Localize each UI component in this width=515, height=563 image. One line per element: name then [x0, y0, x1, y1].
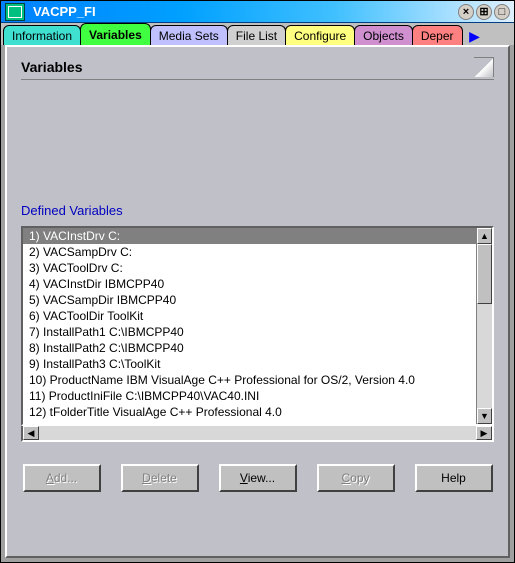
view-button[interactable]: View...	[219, 464, 297, 492]
help-button[interactable]: Help	[415, 464, 493, 492]
tab-deper[interactable]: Deper	[412, 25, 463, 45]
panel: Variables Defined Variables 1) VACInstDr…	[5, 45, 510, 558]
title-buttons: × ⊞ □	[458, 4, 510, 20]
tab-file-list[interactable]: File List	[227, 25, 286, 45]
system-menu-icon[interactable]	[5, 3, 25, 21]
scroll-tabs-right-icon[interactable]: ▶	[466, 27, 484, 45]
list-item[interactable]: 5) VACSampDir IBMCPP40	[23, 292, 476, 308]
list-item[interactable]: 7) InstallPath1 C:\IBMCPP40	[23, 324, 476, 340]
vertical-scrollbar[interactable]: ▲ ▼	[476, 228, 492, 424]
horizontal-scrollbar[interactable]: ◀ ▶	[21, 426, 494, 442]
list-item[interactable]: 12) tFolderTitle VisualAge C++ Professio…	[23, 404, 476, 420]
grid-icon[interactable]: ⊞	[476, 4, 492, 20]
dogear-icon[interactable]	[474, 57, 494, 77]
window-title: VACPP_FI	[29, 4, 458, 19]
titlebar: VACPP_FI × ⊞ □	[1, 1, 514, 23]
close-icon[interactable]: ×	[458, 4, 474, 20]
variable-list[interactable]: 1) VACInstDrv C:2) VACSampDrv C:3) VACTo…	[21, 226, 494, 426]
scroll-thumb[interactable]	[477, 244, 492, 304]
tab-media-sets[interactable]: Media Sets	[150, 25, 228, 45]
list-item[interactable]: 11) ProductIniFile C:\IBMCPP40\VAC40.INI	[23, 388, 476, 404]
section-label: Defined Variables	[21, 203, 494, 218]
tab-row: InformationVariablesMedia SetsFile ListC…	[1, 23, 514, 45]
tab-information[interactable]: Information	[3, 25, 81, 45]
tab-configure[interactable]: Configure	[285, 25, 355, 45]
scroll-down-icon[interactable]: ▼	[477, 408, 492, 424]
scroll-left-icon[interactable]: ◀	[23, 426, 39, 440]
list-item[interactable]: 10) ProductName IBM VisualAge C++ Profes…	[23, 372, 476, 388]
list-item[interactable]: 6) VACToolDir ToolKit	[23, 308, 476, 324]
tab-objects[interactable]: Objects	[354, 25, 413, 45]
list-items: 1) VACInstDrv C:2) VACSampDrv C:3) VACTo…	[23, 228, 476, 424]
list-item[interactable]: 8) InstallPath2 C:\IBMCPP40	[23, 340, 476, 356]
list-item[interactable]: 3) VACToolDrv C:	[23, 260, 476, 276]
add-button[interactable]: Add...	[23, 464, 101, 492]
spacer	[21, 88, 494, 203]
delete-button[interactable]: Delete	[121, 464, 199, 492]
window-frame: VACPP_FI × ⊞ □ InformationVariablesMedia…	[0, 0, 515, 563]
list-item[interactable]: 9) InstallPath3 C:\ToolKit	[23, 356, 476, 372]
scroll-up-icon[interactable]: ▲	[477, 228, 492, 244]
scroll-right-icon[interactable]: ▶	[476, 426, 492, 440]
panel-header: Variables	[21, 57, 494, 80]
list-item[interactable]: 4) VACInstDir IBMCPP40	[23, 276, 476, 292]
maximize-icon[interactable]: □	[494, 4, 510, 20]
copy-button[interactable]: Copy	[317, 464, 395, 492]
panel-title: Variables	[21, 59, 83, 75]
list-item[interactable]: 2) VACSampDrv C:	[23, 244, 476, 260]
hscroll-track[interactable]	[39, 426, 476, 440]
button-row: Add... Delete View... Copy Help	[21, 464, 494, 492]
scroll-track[interactable]	[477, 244, 492, 408]
tab-variables[interactable]: Variables	[80, 23, 151, 45]
list-item[interactable]: 1) VACInstDrv C:	[23, 228, 476, 244]
